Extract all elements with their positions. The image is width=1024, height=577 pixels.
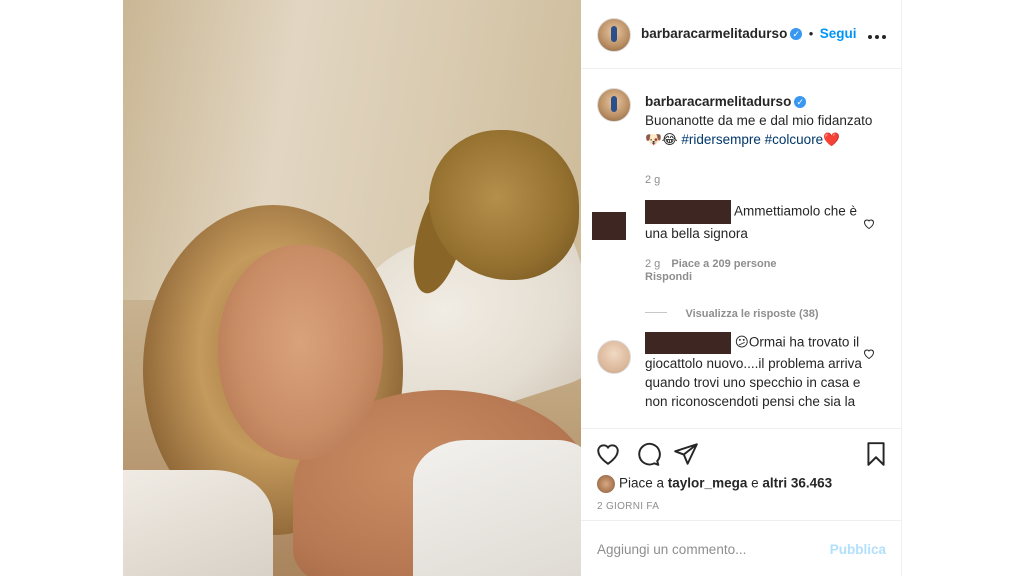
comment-meta: 2 g Piace a 209 persone <box>645 258 777 270</box>
separator-dot: • <box>808 26 814 41</box>
likes-user[interactable]: taylor_mega <box>668 476 748 491</box>
likes-summary[interactable]: Piace a taylor_mega e altri 36.463 <box>597 475 832 493</box>
comment-like-heart-icon[interactable] <box>863 348 875 360</box>
like-heart-icon[interactable] <box>595 441 621 467</box>
comment-likes[interactable]: Piace a 209 persone <box>671 258 776 270</box>
post-side-panel: barbaracarmelitadurso ✓ • Segui barbaraca… <box>581 0 902 576</box>
post-photo[interactable] <box>123 0 581 576</box>
liker-avatar <box>597 475 615 493</box>
save-bookmark-icon[interactable] <box>863 441 889 467</box>
add-comment-bar: Aggiungi un commento... Pubblica <box>581 520 901 577</box>
author-line: barbaracarmelitadurso ✓ • Segui <box>641 25 857 43</box>
publish-button[interactable]: Pubblica <box>830 542 886 557</box>
post-header: barbaracarmelitadurso ✓ • Segui <box>581 0 901 69</box>
hashtag-link[interactable]: #colcuore <box>765 132 824 147</box>
replies-line <box>645 312 667 314</box>
likes-middle: e <box>751 475 759 491</box>
likes-prefix: Piace a <box>619 475 665 491</box>
share-paper-plane-icon[interactable] <box>673 441 699 467</box>
redacted-avatar <box>592 212 626 240</box>
comment-like-heart-icon[interactable] <box>863 218 875 230</box>
heart-emoji: ❤️ <box>823 132 841 147</box>
view-replies-label: Visualizza le risposte (38) <box>685 308 819 320</box>
hashtag-link[interactable]: #ridersempre <box>681 132 761 147</box>
caption-text-block: barbaracarmelitadurso ✓ Buonanotte da me … <box>645 92 885 149</box>
verified-badge-icon: ✓ <box>794 96 807 109</box>
caption-time: 2 g <box>645 174 661 186</box>
more-options-icon[interactable] <box>867 24 887 45</box>
photo-face <box>218 245 383 460</box>
add-comment-input[interactable]: Aggiungi un commento... <box>597 542 746 557</box>
redacted-username <box>645 332 731 354</box>
follow-button[interactable]: Segui <box>820 26 857 41</box>
photo-sheet-left <box>123 470 273 576</box>
author-avatar[interactable] <box>597 18 631 52</box>
caption-username[interactable]: barbaracarmelitadurso <box>645 94 791 109</box>
comment-body: Ammettiamolo che è una bella signora <box>645 200 865 243</box>
photo-sheet <box>413 440 581 576</box>
redacted-username <box>645 200 731 224</box>
author-username[interactable]: barbaracarmelitadurso <box>641 26 787 41</box>
verified-badge-icon: ✓ <box>790 27 803 40</box>
view-replies-button[interactable]: Visualizza le risposte (38) <box>645 304 819 322</box>
reply-button[interactable]: Rispondi <box>645 271 692 283</box>
post-timestamp: 2 GIORNI FA <box>597 501 660 512</box>
comment-time: 2 g <box>645 258 661 270</box>
comment-body: 😕Ormai ha trovato il giocattolo nuovo...… <box>645 332 865 411</box>
comment-bubble-icon[interactable] <box>635 441 661 467</box>
commenter-avatar[interactable] <box>597 340 631 374</box>
likes-others[interactable]: altri 36.463 <box>762 476 832 491</box>
caption-avatar[interactable] <box>597 88 631 122</box>
